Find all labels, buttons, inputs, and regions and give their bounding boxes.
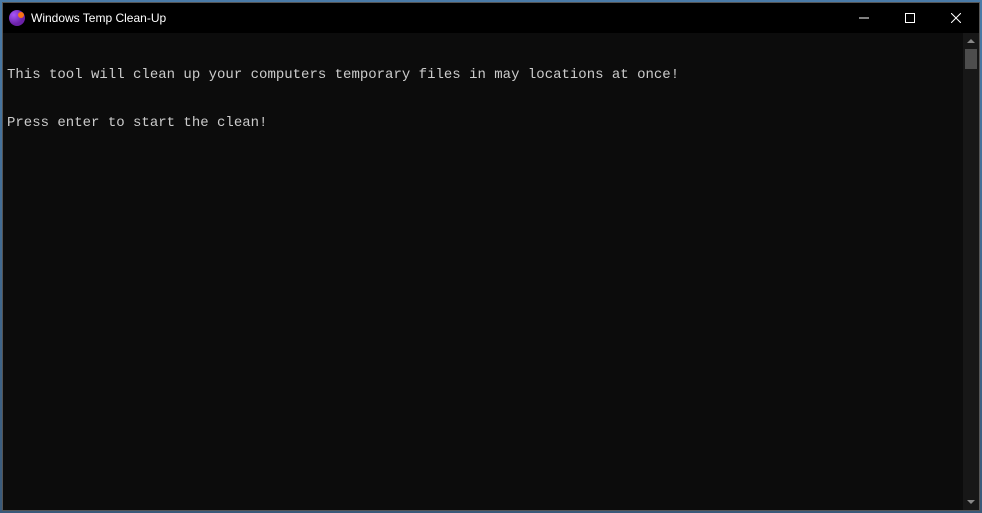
scroll-up-arrow-icon[interactable] bbox=[963, 33, 979, 49]
app-icon bbox=[9, 10, 25, 26]
maximize-icon bbox=[905, 13, 915, 23]
content-wrapper: This tool will clean up your computers t… bbox=[3, 33, 979, 510]
close-icon bbox=[951, 13, 961, 23]
scroll-track[interactable] bbox=[963, 49, 979, 494]
titlebar-left: Windows Temp Clean-Up bbox=[3, 10, 841, 26]
minimize-icon bbox=[859, 13, 869, 23]
vertical-scrollbar[interactable] bbox=[963, 33, 979, 510]
minimize-button[interactable] bbox=[841, 3, 887, 33]
scroll-down-arrow-icon[interactable] bbox=[963, 494, 979, 510]
console-line: Press enter to start the clean! bbox=[7, 115, 959, 131]
scroll-thumb[interactable] bbox=[965, 49, 977, 69]
app-window: Windows Temp Clean-Up This tool will cle… bbox=[2, 2, 980, 511]
maximize-button[interactable] bbox=[887, 3, 933, 33]
titlebar[interactable]: Windows Temp Clean-Up bbox=[3, 3, 979, 33]
console-line: This tool will clean up your computers t… bbox=[7, 67, 959, 83]
console-output[interactable]: This tool will clean up your computers t… bbox=[3, 33, 963, 510]
window-title: Windows Temp Clean-Up bbox=[31, 11, 166, 25]
close-button[interactable] bbox=[933, 3, 979, 33]
titlebar-controls bbox=[841, 3, 979, 33]
